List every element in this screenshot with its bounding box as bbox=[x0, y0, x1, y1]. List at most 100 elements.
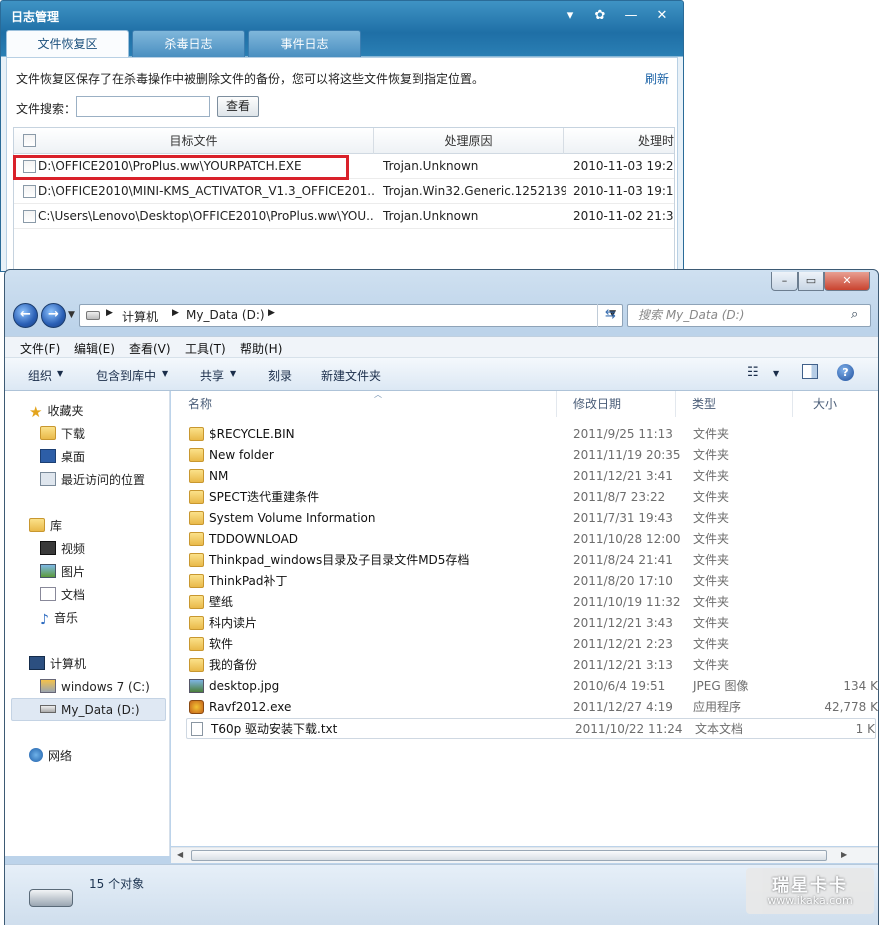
refresh-icon[interactable]: ⇆ bbox=[597, 304, 623, 327]
row-time: 2010-11-03 19:19 bbox=[573, 184, 675, 198]
nav-item-music[interactable]: ♪ 音乐 bbox=[40, 608, 78, 628]
tab-antivirus-log[interactable]: 杀毒日志 bbox=[132, 30, 245, 57]
library-icon bbox=[29, 518, 45, 532]
breadcrumb-drive[interactable]: My_Data (D:) bbox=[186, 308, 265, 322]
minimize-icon[interactable]: — bbox=[621, 7, 641, 25]
nav-item-desktop[interactable]: 桌面 bbox=[40, 447, 85, 467]
chevron-down-icon[interactable]: ▼ bbox=[773, 369, 779, 378]
include-library-button[interactable]: 包含到库中 bbox=[96, 367, 156, 384]
file-row[interactable]: Ravf2012.exe 2011/12/27 4:19 应用程序 42,778 K bbox=[185, 697, 878, 718]
row-checkbox[interactable] bbox=[23, 185, 36, 198]
file-size: 134 K bbox=[843, 679, 878, 693]
address-bar[interactable]: ▶ 计算机 ▶ My_Data (D:) ▶ ▼ bbox=[79, 304, 623, 327]
file-row[interactable]: 科内读片 2011/12/21 3:43 文件夹 bbox=[185, 613, 878, 634]
nav-label: 下载 bbox=[61, 427, 86, 441]
file-search-input[interactable] bbox=[76, 96, 210, 117]
file-row[interactable]: 我的备份 2011/12/21 3:13 文件夹 bbox=[185, 655, 878, 676]
row-checkbox[interactable] bbox=[23, 210, 36, 223]
table-row[interactable]: D:\OFFICE2010\MINI-KMS_ACTIVATOR_V1.3_OF… bbox=[14, 179, 674, 204]
file-row[interactable]: T60p 驱动安装下载.txt 2011/10/22 11:24 文本文档 1 K bbox=[186, 718, 876, 739]
nav-item-drive-d[interactable]: My_Data (D:) bbox=[40, 700, 140, 720]
back-button[interactable]: ← bbox=[13, 303, 38, 328]
file-row[interactable]: desktop.jpg 2010/6/4 19:51 JPEG 图像 134 K bbox=[185, 676, 878, 697]
nav-item-drive-c[interactable]: windows 7 (C:) bbox=[40, 677, 150, 697]
maximize-button[interactable]: ▭ bbox=[798, 272, 824, 291]
log-manager-window: 日志管理 ▾ ✿ — ✕ 文件恢复区 杀毒日志 事件日志 文件恢复区保存了在杀毒… bbox=[0, 0, 684, 272]
column-size[interactable]: 大小 bbox=[793, 391, 878, 417]
file-modified: 2011/12/21 3:13 bbox=[573, 658, 673, 672]
help-icon[interactable]: ? bbox=[837, 364, 854, 381]
nav-favorites[interactable]: ★ 收藏夹 bbox=[29, 401, 83, 421]
share-button[interactable]: 共享 bbox=[200, 367, 224, 384]
file-name: 壁纸 bbox=[209, 595, 234, 609]
new-folder-button[interactable]: 新建文件夹 bbox=[321, 367, 381, 384]
burn-button[interactable]: 刻录 bbox=[268, 367, 292, 384]
nav-item-pictures[interactable]: 图片 bbox=[40, 562, 85, 582]
file-row[interactable]: SPECT迭代重建条件 2011/8/7 23:22 文件夹 bbox=[185, 487, 878, 508]
scrollbar-thumb[interactable] bbox=[191, 850, 827, 861]
file-row[interactable]: System Volume Information 2011/7/31 19:43… bbox=[185, 508, 878, 529]
file-type: 文本文档 bbox=[695, 722, 744, 736]
column-name[interactable]: 名称 bbox=[171, 391, 557, 417]
horizontal-scrollbar[interactable]: ◀ ▶ bbox=[171, 847, 878, 863]
view-options-icon[interactable]: ☷ bbox=[747, 365, 759, 380]
image-file-icon bbox=[189, 679, 204, 693]
file-modified: 2011/12/21 3:43 bbox=[573, 616, 673, 630]
refresh-link[interactable]: 刷新 bbox=[645, 70, 669, 87]
view-button[interactable]: 查看 bbox=[217, 96, 259, 117]
nav-libraries[interactable]: 库 bbox=[29, 516, 62, 536]
file-name: 软件 bbox=[209, 637, 234, 651]
file-modified: 2011/11/19 20:35 bbox=[573, 448, 681, 462]
column-target-file[interactable]: 目标文件 bbox=[14, 128, 374, 154]
menu-tools[interactable]: 工具(T) bbox=[185, 340, 226, 357]
forward-button[interactable]: → bbox=[41, 303, 66, 328]
file-row[interactable]: NM 2011/12/21 3:41 文件夹 bbox=[185, 466, 878, 487]
file-row[interactable]: ThinkPad补丁 2011/8/20 17:10 文件夹 bbox=[185, 571, 878, 592]
menu-file[interactable]: 文件(F) bbox=[20, 340, 60, 357]
tab-event-log[interactable]: 事件日志 bbox=[248, 30, 361, 57]
organize-button[interactable]: 组织 bbox=[28, 367, 52, 384]
file-row[interactable]: New folder 2011/11/19 20:35 文件夹 bbox=[185, 445, 878, 466]
file-name: 科内读片 bbox=[209, 616, 258, 630]
file-type: 文件夹 bbox=[693, 595, 730, 609]
menu-edit[interactable]: 编辑(E) bbox=[74, 340, 115, 357]
minimize-button[interactable]: – bbox=[771, 272, 798, 291]
nav-item-downloads[interactable]: 下载 bbox=[40, 424, 85, 444]
nav-item-videos[interactable]: 视频 bbox=[40, 539, 85, 559]
breadcrumb-computer[interactable]: 计算机 bbox=[122, 308, 158, 325]
close-button[interactable]: ✕ bbox=[824, 272, 870, 291]
file-row[interactable]: 壁纸 2011/10/19 11:32 文件夹 bbox=[185, 592, 878, 613]
tab-file-recovery[interactable]: 文件恢复区 bbox=[6, 30, 129, 57]
search-input[interactable]: 搜索 My_Data (D:) bbox=[627, 304, 871, 327]
nav-network[interactable]: 网络 bbox=[29, 746, 72, 766]
close-icon[interactable]: ✕ bbox=[652, 7, 672, 25]
gear-icon[interactable]: ✿ bbox=[590, 7, 610, 25]
file-row[interactable]: 软件 2011/12/21 2:23 文件夹 bbox=[185, 634, 878, 655]
column-modified[interactable]: 修改日期 bbox=[557, 391, 676, 417]
file-type: 文件夹 bbox=[693, 469, 730, 483]
column-time[interactable]: 处理时 bbox=[564, 128, 674, 154]
column-type[interactable]: 类型 bbox=[676, 391, 793, 417]
search-icon[interactable]: ⌕ bbox=[851, 307, 858, 322]
history-dropdown-icon[interactable]: ▼ bbox=[68, 310, 75, 320]
dropdown-icon[interactable]: ▾ bbox=[560, 7, 580, 25]
recovery-description: 文件恢复区保存了在杀毒操作中被删除文件的备份，您可以将这些文件恢复到指定位置。 bbox=[16, 72, 485, 86]
file-modified: 2011/7/31 19:43 bbox=[573, 511, 673, 525]
menu-view[interactable]: 查看(V) bbox=[129, 340, 171, 357]
nav-computer[interactable]: 计算机 bbox=[29, 654, 86, 674]
preview-pane-icon[interactable] bbox=[802, 364, 818, 379]
column-reason[interactable]: 处理原因 bbox=[374, 128, 564, 154]
file-row[interactable]: TDDOWNLOAD 2011/10/28 12:00 文件夹 bbox=[185, 529, 878, 550]
file-row[interactable]: Thinkpad_windows目录及子目录文件MD5存档 2011/8/24 2… bbox=[185, 550, 878, 571]
nav-item-recent[interactable]: 最近访问的位置 bbox=[40, 470, 145, 490]
file-row[interactable]: $RECYCLE.BIN 2011/9/25 11:13 文件夹 bbox=[185, 424, 878, 445]
nav-item-documents[interactable]: 文档 bbox=[40, 585, 85, 605]
file-type: 文件夹 bbox=[693, 553, 730, 567]
file-type: 文件夹 bbox=[693, 448, 730, 462]
scroll-right-icon[interactable]: ▶ bbox=[841, 850, 847, 859]
nav-label: 库 bbox=[50, 519, 63, 533]
downloads-icon bbox=[40, 426, 56, 440]
scroll-left-icon[interactable]: ◀ bbox=[177, 850, 183, 859]
table-row[interactable]: C:\Users\Lenovo\Desktop\OFFICE2010\ProPl… bbox=[14, 204, 674, 229]
menu-help[interactable]: 帮助(H) bbox=[240, 340, 282, 357]
